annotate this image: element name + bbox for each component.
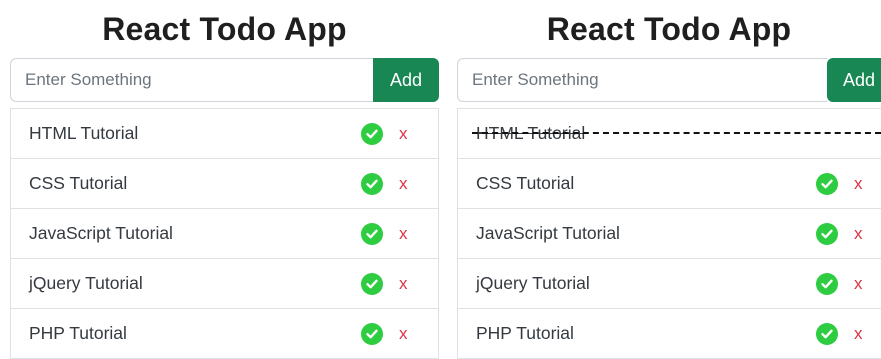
todo-item: PHP Tutorial x [11, 309, 438, 359]
check-circle-icon[interactable] [361, 222, 383, 245]
todo-app-left: React Todo App Add HTML Tutorial x CSS T… [10, 0, 439, 359]
delete-button[interactable]: x [854, 273, 863, 295]
check-circle-icon[interactable] [816, 172, 838, 195]
todo-item-completed: HTML Tutorial [458, 109, 881, 159]
todo-list: HTML Tutorial CSS Tutorial x JavaScript … [457, 108, 881, 359]
todo-item: JavaScript Tutorial x [458, 209, 881, 259]
todo-item: HTML Tutorial x [11, 109, 438, 159]
todo-input[interactable] [457, 58, 827, 102]
check-circle-icon[interactable] [816, 222, 838, 245]
delete-button[interactable]: x [854, 223, 863, 245]
add-button[interactable]: Add [373, 58, 439, 102]
todo-label: HTML Tutorial [476, 123, 586, 143]
todo-form: Add [10, 58, 439, 104]
delete-button[interactable]: x [854, 323, 863, 345]
delete-button[interactable]: x [399, 323, 408, 345]
add-button[interactable]: Add [827, 58, 881, 102]
check-circle-icon[interactable] [361, 172, 383, 195]
delete-button[interactable]: x [399, 223, 408, 245]
delete-button[interactable]: x [399, 123, 408, 145]
todo-item: jQuery Tutorial x [458, 259, 881, 309]
check-circle-icon[interactable] [361, 122, 383, 145]
app-title: React Todo App [546, 11, 792, 47]
check-circle-icon[interactable] [816, 322, 838, 345]
check-circle-icon[interactable] [816, 272, 838, 295]
todo-item: jQuery Tutorial x [11, 259, 438, 309]
todo-list: HTML Tutorial x CSS Tutorial x JavaScrip… [10, 108, 439, 359]
delete-button[interactable]: x [399, 273, 408, 295]
todo-item: CSS Tutorial x [458, 159, 881, 209]
delete-button[interactable]: x [854, 173, 863, 195]
todo-item: JavaScript Tutorial x [11, 209, 438, 259]
app-title: React Todo App [102, 11, 347, 47]
todo-item: PHP Tutorial x [458, 309, 881, 359]
todo-input[interactable] [10, 58, 373, 102]
todo-form: Add [457, 58, 881, 104]
check-circle-icon[interactable] [361, 322, 383, 345]
delete-button[interactable]: x [399, 173, 408, 195]
check-circle-icon[interactable] [361, 272, 383, 295]
todo-app-right: React Todo App Add HTML Tutorial CSS Tut… [457, 0, 881, 359]
todo-item: CSS Tutorial x [11, 159, 438, 209]
